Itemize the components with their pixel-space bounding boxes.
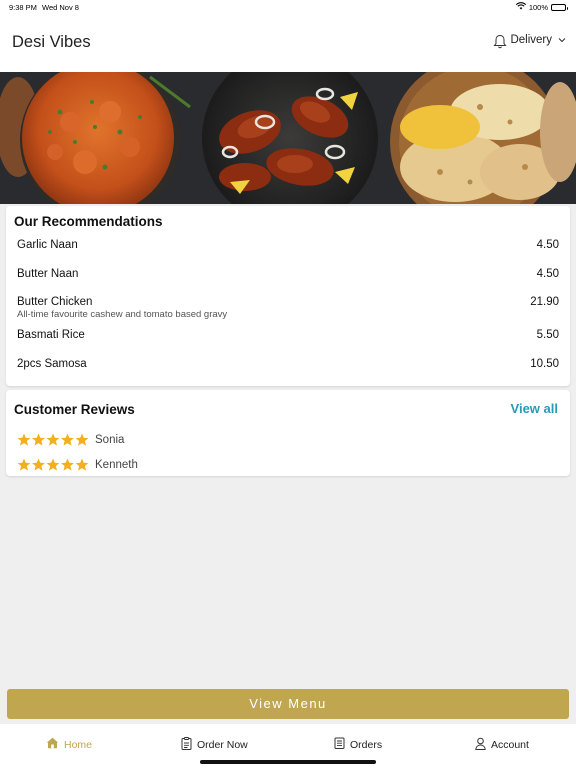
- tab-label: Order Now: [197, 739, 248, 751]
- home-icon: [46, 737, 59, 752]
- item-name: Butter Chicken: [17, 296, 93, 308]
- star-icon: [17, 458, 89, 471]
- recommendation-item[interactable]: Basmati Rice 5.50: [17, 329, 559, 341]
- chevron-down-icon: [558, 34, 566, 46]
- hero-food-banner: [0, 72, 576, 204]
- status-right: 100%: [515, 2, 568, 12]
- customer-reviews-card: Customer Reviews View all Sonia Kenneth: [6, 390, 570, 476]
- battery-percent: 100%: [528, 2, 548, 12]
- app-header: Desi Vibes Delivery: [0, 14, 576, 72]
- status-time: 9:38 PM: [9, 3, 37, 12]
- delivery-label: Delivery: [510, 34, 552, 46]
- recommendations-title: Our Recommendations: [14, 214, 163, 229]
- item-price: 21.90: [530, 296, 559, 308]
- review-item[interactable]: Kenneth: [17, 458, 138, 472]
- star-rating: [17, 433, 89, 447]
- view-all-link[interactable]: View all: [511, 401, 558, 416]
- recommendation-item[interactable]: Garlic Naan 4.50: [17, 239, 559, 251]
- recommendation-item[interactable]: Butter Naan 4.50: [17, 268, 559, 280]
- item-price: 5.50: [536, 329, 559, 341]
- item-description: All-time favourite cashew and tomato bas…: [17, 309, 228, 320]
- wifi-icon: [515, 2, 526, 12]
- reviewer-name: Sonia: [95, 434, 125, 446]
- home-indicator: [200, 760, 376, 764]
- receipt-icon: [334, 737, 345, 752]
- tab-orders[interactable]: Orders: [334, 737, 382, 752]
- recommendations-card: Our Recommendations Garlic Naan 4.50 But…: [6, 206, 570, 386]
- review-item[interactable]: Sonia: [17, 433, 124, 447]
- reviews-title: Customer Reviews: [14, 402, 135, 417]
- person-icon: [475, 737, 486, 753]
- tab-order-now[interactable]: Order Now: [181, 737, 248, 753]
- recommendation-item[interactable]: 2pcs Samosa 10.50: [17, 358, 559, 370]
- item-price: 4.50: [536, 239, 559, 251]
- star-icon: [17, 433, 89, 446]
- item-name: Basmati Rice: [17, 329, 85, 341]
- view-menu-button[interactable]: View Menu: [7, 689, 569, 719]
- status-bar: 9:38 PM Wed Nov 8 100%: [0, 0, 576, 14]
- item-name: Butter Naan: [17, 268, 79, 280]
- status-date: Wed Nov 8: [42, 3, 79, 12]
- battery-icon: [551, 3, 568, 11]
- clipboard-icon: [181, 737, 192, 753]
- item-name: Garlic Naan: [17, 239, 78, 251]
- delivery-selector[interactable]: Delivery: [510, 34, 566, 46]
- item-name: 2pcs Samosa: [17, 358, 87, 370]
- tab-label: Orders: [350, 738, 383, 751]
- bell-icon[interactable]: [493, 34, 507, 54]
- item-price: 4.50: [536, 268, 559, 280]
- star-rating: [17, 458, 89, 472]
- app-title: Desi Vibes: [12, 33, 91, 51]
- item-price: 10.50: [530, 358, 559, 370]
- tab-account[interactable]: Account: [475, 737, 529, 753]
- tab-home[interactable]: Home: [46, 737, 92, 752]
- reviewer-name: Kenneth: [95, 459, 138, 471]
- recommendation-item[interactable]: Butter Chicken All-time favourite cashew…: [17, 296, 559, 320]
- tab-label: Home: [64, 738, 93, 751]
- tab-label: Account: [491, 739, 529, 751]
